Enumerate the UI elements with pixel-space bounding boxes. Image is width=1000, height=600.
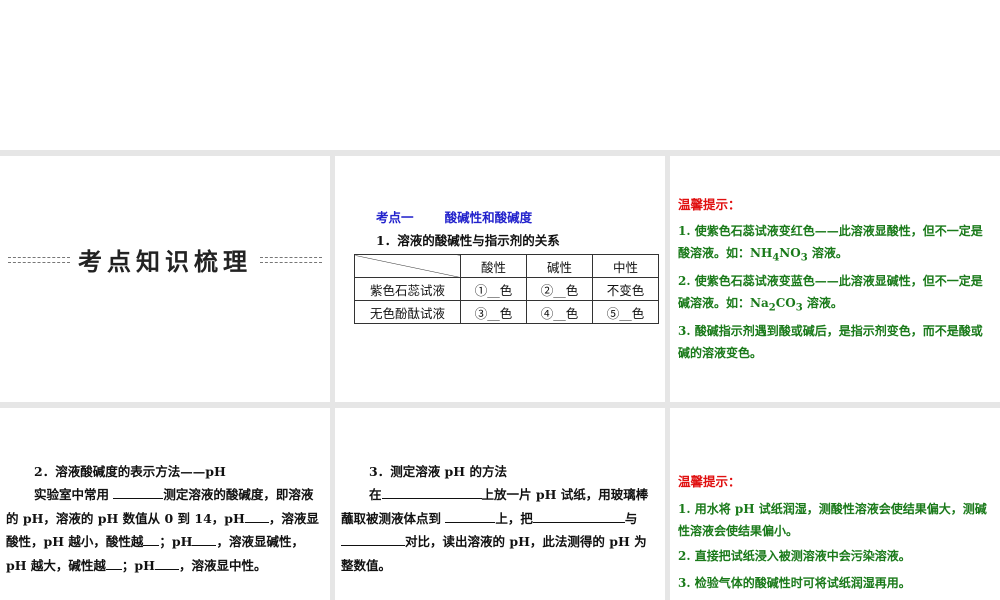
section-title: 考点知识梳理 [0, 242, 330, 277]
slide-tips-2[interactable]: 温馨提示： 1. 用水将 pH 试纸润湿，测酸性溶液会使结果偏大，测碱性溶液会使… [670, 408, 1000, 600]
dashed-divider-right [260, 256, 322, 263]
topic-label: 考点一 [376, 210, 414, 225]
subheading: 1．溶液的酸碱性与指示剂的关系 [376, 233, 560, 248]
subheading: 2．溶液酸碱度的表示方法——pH [34, 464, 226, 479]
table-cell: ④__色 [526, 300, 593, 324]
tip-item: 2. 直接把试纸浸入被测溶液中会污染溶液。 [678, 549, 911, 563]
blank[interactable] [381, 487, 482, 499]
tip-text-end: 溶液。 [807, 246, 848, 260]
blank[interactable] [445, 511, 496, 523]
header-cell: 碱性 [526, 254, 593, 278]
tip-text-end: 溶液。 [802, 296, 843, 310]
formula: NH4NO3 [750, 246, 808, 264]
diagonal-header-cell [354, 254, 461, 278]
tip-item: 2. 使紫色石蕊试液变蓝色——此溶液显碱性，但不一定是碱溶液。如：Na2CO3 … [678, 270, 992, 319]
fill-in-paragraph: 实验室中常用 测定溶液的酸碱度，即溶液的 pH，溶液的 pH 数值从 0 到 1… [6, 487, 319, 573]
blank[interactable] [341, 534, 405, 546]
blank[interactable] [143, 534, 160, 546]
blank[interactable] [105, 558, 122, 570]
section-title-text: 考点知识梳理 [78, 248, 252, 276]
table-row: 无色酚酞试液 ③__色 ④__色 ⑤__色 [354, 300, 659, 324]
table-cell: ①__色 [460, 277, 527, 301]
tip-title: 温馨提示： [678, 474, 741, 489]
blank[interactable] [192, 534, 217, 546]
topic-title: 酸碱性和酸碱度 [444, 210, 533, 225]
topic-heading: 考点一 酸碱性和酸碱度 [376, 207, 532, 226]
slide-tips-1[interactable]: 温馨提示： 1. 使紫色石蕊试液变红色——此溶液显酸性，但不一定是酸溶液。如：N… [670, 156, 1000, 402]
slide-ph-representation[interactable]: 2．溶液酸碱度的表示方法——pH 实验室中常用 测定溶液的酸碱度，即溶液的 pH… [0, 408, 330, 600]
table-header-row: 酸性 碱性 中性 [354, 254, 659, 278]
header-cell: 中性 [592, 254, 659, 278]
formula: Na2CO3 [750, 296, 803, 314]
blank[interactable] [244, 511, 269, 523]
indicator-table: 酸性 碱性 中性 紫色石蕊试液 ①__色 ②__色 不变色 无色酚酞试液 ③__… [354, 254, 659, 324]
tip-item: 1. 用水将 pH 试纸润湿，测酸性溶液会使结果偏大，测碱性溶液会使结果偏小。 [678, 502, 987, 538]
table-cell: ③__色 [460, 300, 527, 324]
tip-item: 3. 检验气体的酸碱性时可将试纸润湿再用。 [678, 576, 911, 590]
fill-in-paragraph: 在上放一片 pH 试纸，用玻璃棒蘸取被测液体点到 上，把 与对比，读出溶液的 pH… [341, 487, 649, 573]
blank[interactable] [154, 558, 179, 570]
tip-item: 3. 酸碱指示剂遇到酸或碱后，是指示剂变色，而不是酸或碱的溶液变色。 [678, 324, 983, 360]
tip-title: 温馨提示： [678, 197, 741, 212]
table-row: 紫色石蕊试液 ①__色 ②__色 不变色 [354, 277, 659, 301]
row-label: 无色酚酞试液 [354, 300, 461, 324]
table-cell: 不变色 [592, 277, 659, 301]
header-cell: 酸性 [460, 254, 527, 278]
subheading: 3．测定溶液 pH 的方法 [369, 464, 507, 479]
row-label: 紫色石蕊试液 [354, 277, 461, 301]
blank[interactable] [113, 487, 164, 499]
table-cell: ⑤__色 [592, 300, 659, 324]
table-cell: ②__色 [526, 277, 593, 301]
dashed-divider-left [8, 256, 70, 263]
slide-ph-method[interactable]: 3．测定溶液 pH 的方法 在上放一片 pH 试纸，用玻璃棒蘸取被测液体点到 上… [335, 408, 665, 600]
slide-title-panel[interactable]: 考点知识梳理 [0, 156, 330, 402]
tip-item: 1. 使紫色石蕊试液变红色——此溶液显酸性，但不一定是酸溶液。如：NH4NO3 … [678, 220, 992, 269]
slide-indicator-table[interactable]: 考点一 酸碱性和酸碱度 1．溶液的酸碱性与指示剂的关系 酸性 碱性 中性 紫色石… [335, 156, 665, 402]
blank[interactable] [532, 511, 625, 523]
